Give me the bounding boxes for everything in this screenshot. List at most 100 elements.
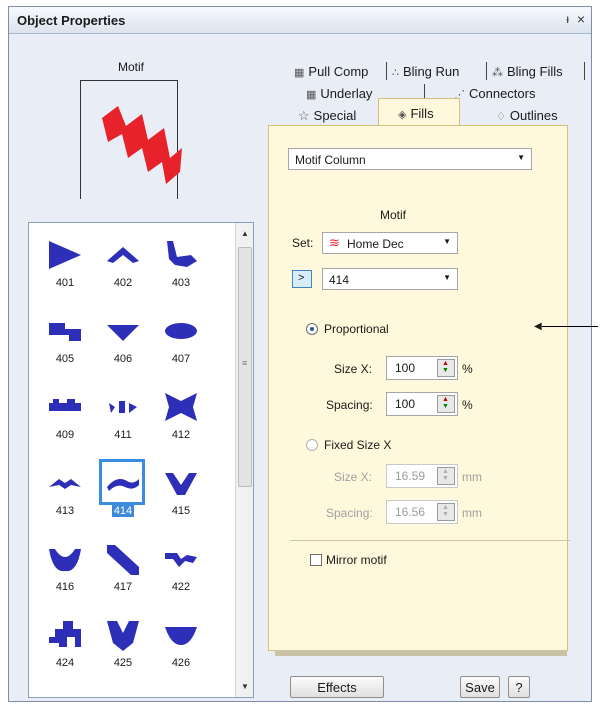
grip-icon: ≡	[242, 358, 248, 368]
tab-underlay[interactable]: ▦ Underlay	[306, 86, 372, 101]
motif-number: 407	[171, 353, 191, 365]
bling-run-icon: ∴	[392, 67, 399, 79]
motif-number: 425	[113, 657, 133, 669]
preview-label: Motif	[118, 60, 145, 74]
callout-arrow-head: ◀	[534, 321, 542, 332]
fixed-size-unit: mm	[462, 470, 482, 484]
motif-item-417[interactable]: 417	[95, 531, 151, 605]
prop-spacing-spinner[interactable]: 100 ▲ ▼	[386, 392, 458, 416]
fixed-spacing-unit: mm	[462, 506, 482, 520]
proportional-radio[interactable]	[306, 323, 318, 335]
motif-number: 401	[55, 277, 75, 289]
chevron-down-icon: ▼	[443, 273, 451, 282]
fixed-size-spinner: 16.59 ▲ ▼	[386, 464, 458, 488]
proportional-label: Proportional	[324, 322, 389, 336]
fixed-size-label: Fixed Size X	[324, 438, 392, 452]
ellipse-motif-icon	[165, 323, 197, 339]
half-disc-motif-icon	[165, 627, 197, 645]
motif-number: 414	[111, 505, 135, 517]
tab-separator	[584, 62, 585, 80]
pull-comp-icon: ▦	[294, 67, 305, 79]
motif-item-403[interactable]: 403	[153, 227, 209, 301]
spinner-arrows-icon: ▲ ▼	[437, 503, 455, 521]
bar-motif-icon	[49, 399, 81, 411]
motif-gallery[interactable]: 401 402 403 405 406 407 409 411 412 413 414 415 416 4…	[28, 222, 254, 698]
motif-item-426[interactable]: 426	[153, 607, 209, 681]
tab-bling-fills[interactable]: ⁂ Bling Fills	[492, 64, 563, 79]
pattern-toggle-button[interactable]: >	[292, 270, 312, 288]
save-button[interactable]: Save	[460, 676, 500, 698]
gallery-scrollbar[interactable]: ▲ ≡ ▼	[235, 223, 253, 697]
paint-bucket-icon: ◈	[398, 109, 407, 121]
window-title: Object Properties	[17, 13, 126, 28]
motif-item-415[interactable]: 415	[153, 455, 209, 529]
motif-item-411[interactable]: 411	[95, 379, 151, 453]
fixed-spacing-spinner: 16.56 ▲ ▼	[386, 500, 458, 524]
spinner-arrows-icon[interactable]: ▲ ▼	[437, 359, 455, 377]
motif-set-select[interactable]: ≋ Home Dec ▼	[322, 232, 458, 254]
motif-number: 412	[171, 429, 191, 441]
scroll-up-icon[interactable]: ▲	[241, 229, 249, 238]
callout-arrow-line	[542, 326, 598, 327]
tab-bling-run[interactable]: ∴ Bling Run	[392, 64, 459, 79]
pin-icon[interactable]: ᵻ	[566, 12, 569, 26]
motif-number: 406	[113, 353, 133, 365]
scroll-thumb[interactable]: ≡	[238, 247, 252, 487]
motif-item-401[interactable]: 401	[37, 227, 93, 301]
motif-number: 415	[171, 505, 191, 517]
heart-v-motif-icon	[107, 621, 139, 651]
step-motif-icon	[49, 323, 81, 341]
effects-button[interactable]: Effects	[290, 676, 384, 698]
fill-type-select[interactable]: Motif Column ▼	[288, 148, 532, 170]
tab-special[interactable]: ☆ Special	[298, 108, 356, 124]
motif-number: 413	[55, 505, 75, 517]
motif-item-414[interactable]: 414	[95, 455, 151, 529]
pattern-select[interactable]: 414 ▼	[322, 268, 458, 290]
triangle-right-motif-icon	[49, 241, 81, 269]
divider	[290, 540, 570, 541]
preview-zigzag-image	[102, 106, 182, 184]
motif-item-412[interactable]: 412	[153, 379, 209, 453]
tab-connectors[interactable]: ⋰ Connectors	[454, 86, 535, 101]
fixed-size-radio[interactable]	[306, 439, 318, 451]
squiggle-motif-icon	[165, 553, 197, 567]
close-icon[interactable]: ×	[577, 11, 585, 27]
motif-item-422[interactable]: 422	[153, 531, 209, 605]
dots-motif-icon	[109, 401, 137, 413]
fills-panel	[268, 125, 568, 656]
mirror-motif-checkbox[interactable]	[310, 554, 322, 566]
spinner-arrows-icon[interactable]: ▲ ▼	[437, 395, 455, 413]
motif-number: 424	[55, 657, 75, 669]
motif-heading: Motif	[380, 208, 407, 222]
steps-motif-icon	[49, 621, 81, 647]
bling-fills-icon: ⁂	[492, 67, 503, 79]
motif-item-406[interactable]: 406	[95, 303, 151, 377]
v-motif-icon	[165, 473, 197, 495]
spinner-arrows-icon: ▲ ▼	[437, 467, 455, 485]
swoosh-motif-icon	[167, 241, 197, 267]
motif-item-405[interactable]: 405	[37, 303, 93, 377]
motif-item-425[interactable]: 425	[95, 607, 151, 681]
motif-set-icon: ≋	[329, 235, 340, 250]
motif-item-413[interactable]: 413	[37, 455, 93, 529]
tab-fills[interactable]: ◈ Fills	[398, 106, 434, 121]
motif-item-407[interactable]: 407	[153, 303, 209, 377]
scroll-down-icon[interactable]: ▼	[241, 682, 249, 691]
motif-item-424[interactable]: 424	[37, 607, 93, 681]
motif-number: 426	[171, 657, 191, 669]
tab-separator	[486, 62, 487, 80]
motif-number: 416	[55, 581, 75, 593]
fixed-size-x-label: Size X:	[334, 470, 373, 484]
prop-size-spinner[interactable]: 100 ▲ ▼	[386, 356, 458, 380]
motif-item-402[interactable]: 402	[95, 227, 151, 301]
tab-pull-comp[interactable]: ▦ Pull Comp	[294, 64, 368, 79]
underlay-icon: ▦	[306, 89, 317, 101]
tab-separator	[386, 62, 387, 80]
motif-item-409[interactable]: 409	[37, 379, 93, 453]
motif-item-416[interactable]: 416	[37, 531, 93, 605]
bowtie-motif-icon	[165, 393, 197, 421]
help-button[interactable]: ?	[508, 676, 530, 698]
chevron-down-icon: ▼	[517, 153, 525, 162]
tab-outlines[interactable]: ♢ Outlines	[496, 108, 558, 123]
motif-number: 403	[171, 277, 191, 289]
